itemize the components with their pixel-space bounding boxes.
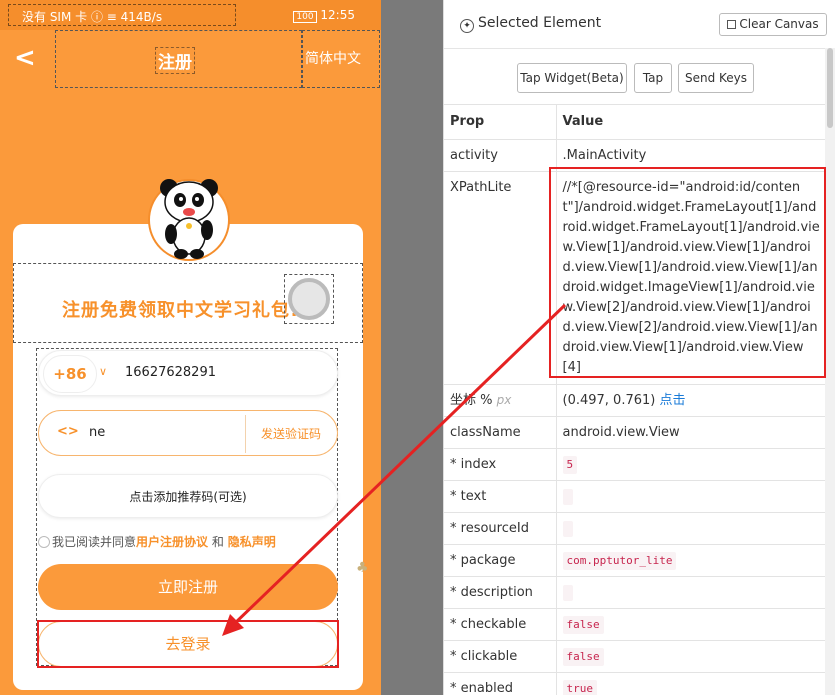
prop-key: * text — [444, 480, 557, 513]
table-row: * checkable false — [444, 608, 826, 641]
tap-widget-button[interactable]: Tap Widget(Beta) — [517, 63, 627, 93]
panda-mascot-icon — [148, 179, 230, 261]
table-row: className android.view.View — [444, 416, 826, 449]
phone-screen: 没有 SIM 卡 ⓘ ≡ 414B/s 100 12:55 < 注册 简体中文 — [0, 0, 381, 695]
prop-value: com.pptutor_lite — [556, 544, 826, 577]
privacy-link[interactable]: 隐私声明 — [228, 535, 276, 549]
send-keys-button[interactable]: Send Keys — [678, 63, 754, 93]
status-left-text: 没有 SIM 卡 ⓘ ≡ 414B/s — [22, 10, 163, 24]
prop-key: * clickable — [444, 640, 557, 673]
nav-bar: < 注册 简体中文 — [0, 30, 381, 88]
agree-and: 和 — [211, 535, 224, 549]
prop-column-header: Prop — [444, 104, 557, 140]
checkbox-icon[interactable] — [727, 20, 737, 29]
prop-key: XPathLite — [444, 171, 557, 385]
prop-value: false — [556, 608, 826, 641]
resource-id-value — [562, 520, 573, 537]
clear-canvas-label: Clear Canvas — [739, 17, 819, 31]
table-row: * package com.pptutor_lite — [444, 544, 826, 577]
prop-value: (0.497, 0.761) 点击 — [556, 384, 826, 417]
table-row: * clickable false — [444, 640, 826, 673]
target-icon: ✦ — [460, 19, 474, 33]
language-switch[interactable]: 简体中文 — [305, 48, 361, 68]
prop-key: * checkable — [444, 608, 557, 641]
prop-value: 5 — [556, 448, 826, 481]
checkable-value: false — [562, 616, 604, 634]
status-right: 100 12:55 — [293, 8, 355, 23]
back-arrow-icon[interactable]: < — [14, 44, 38, 74]
enabled-value: true — [562, 680, 597, 695]
phone-number-value: 16627628291 — [125, 365, 216, 380]
code-icon: <> — [57, 424, 79, 439]
package-value: com.pptutor_lite — [562, 552, 677, 570]
status-bar: 没有 SIM 卡 ⓘ ≡ 414B/s 100 12:55 — [0, 0, 381, 30]
prop-key: * resourceId — [444, 512, 557, 545]
country-code-button[interactable]: +86 — [43, 355, 97, 393]
verification-code-field[interactable]: <> ne 发送验证码 — [38, 410, 338, 456]
table-row: * resourceId — [444, 512, 826, 545]
prop-value — [556, 512, 826, 545]
inspector-title: ✦ Selected Element — [460, 15, 601, 33]
screen: 没有 SIM 卡 ⓘ ≡ 414B/s 100 12:55 < 注册 简体中文 — [0, 0, 835, 695]
inspector-title-text: Selected Element — [478, 15, 602, 31]
splitter[interactable] — [381, 0, 443, 695]
prop-key: className — [444, 416, 557, 449]
inspector-scrollbar[interactable] — [825, 48, 835, 695]
value-column-header: Value — [556, 104, 826, 140]
xpath-highlight-box — [549, 167, 826, 378]
prop-key: * package — [444, 544, 557, 577]
prop-value: android.view.View — [556, 416, 826, 449]
table-row: * description — [444, 576, 826, 609]
coord-label: 坐标 % — [450, 393, 493, 408]
table-header-row: Prop Value — [444, 104, 826, 140]
prop-key: activity — [444, 139, 557, 172]
clickable-value: false — [562, 648, 604, 666]
selected-element-highlight — [37, 620, 339, 668]
status-time: 12:55 — [320, 8, 355, 22]
prop-value: true — [556, 672, 826, 695]
table-row: * text — [444, 480, 826, 513]
prop-value: false — [556, 640, 826, 673]
clear-canvas-checkbox[interactable]: Clear Canvas — [719, 13, 827, 36]
loading-spinner-icon — [288, 278, 330, 320]
prop-value — [556, 576, 826, 609]
index-value: 5 — [562, 456, 578, 474]
chevron-down-icon[interactable]: ∨ — [99, 365, 107, 378]
coord-tap-link[interactable]: 点击 — [659, 393, 685, 408]
table-row: * enabled true — [444, 672, 826, 695]
agree-prefix: 我已阅读并同意 — [52, 535, 137, 549]
prop-value — [556, 480, 826, 513]
text-value — [562, 488, 573, 505]
prop-key: * description — [444, 576, 557, 609]
prop-key: 坐标 % px — [444, 384, 557, 417]
inspector-header: ✦ Selected Element Clear Canvas — [444, 0, 835, 48]
page-title: 注册 — [155, 47, 195, 74]
promo-headline: 注册免费领取中文学习礼包! — [62, 300, 300, 321]
agree-checkbox[interactable] — [38, 536, 50, 548]
verification-code-input[interactable]: ne — [89, 425, 105, 440]
phone-number-field[interactable]: +86 ∨ 16627628291 — [38, 350, 338, 396]
referral-code-field[interactable]: 点击添加推荐码(可选) — [38, 474, 338, 518]
send-code-button[interactable]: 发送验证码 — [261, 425, 321, 442]
tap-button[interactable]: Tap — [634, 63, 672, 93]
terms-link[interactable]: 用户注册协议 — [136, 535, 208, 549]
battery-icon: 100 — [293, 11, 317, 23]
agreement-row: 我已阅读并同意用户注册协议 和 隐私声明 — [38, 533, 276, 550]
action-bar: Tap Widget(Beta) Tap Send Keys — [444, 48, 835, 104]
prop-key: * enabled — [444, 672, 557, 695]
divider — [245, 415, 246, 453]
description-value — [562, 584, 573, 601]
prop-key: * index — [444, 448, 557, 481]
coord-value: (0.497, 0.761) — [562, 393, 656, 408]
table-row: 坐标 % px (0.497, 0.761) 点击 — [444, 384, 826, 417]
floating-mascot-icon[interactable]: ♣ — [356, 560, 369, 576]
table-row: * index 5 — [444, 448, 826, 481]
coord-unit: px — [496, 393, 512, 407]
scrollbar-thumb[interactable] — [827, 48, 833, 128]
register-button[interactable]: 立即注册 — [38, 564, 338, 610]
